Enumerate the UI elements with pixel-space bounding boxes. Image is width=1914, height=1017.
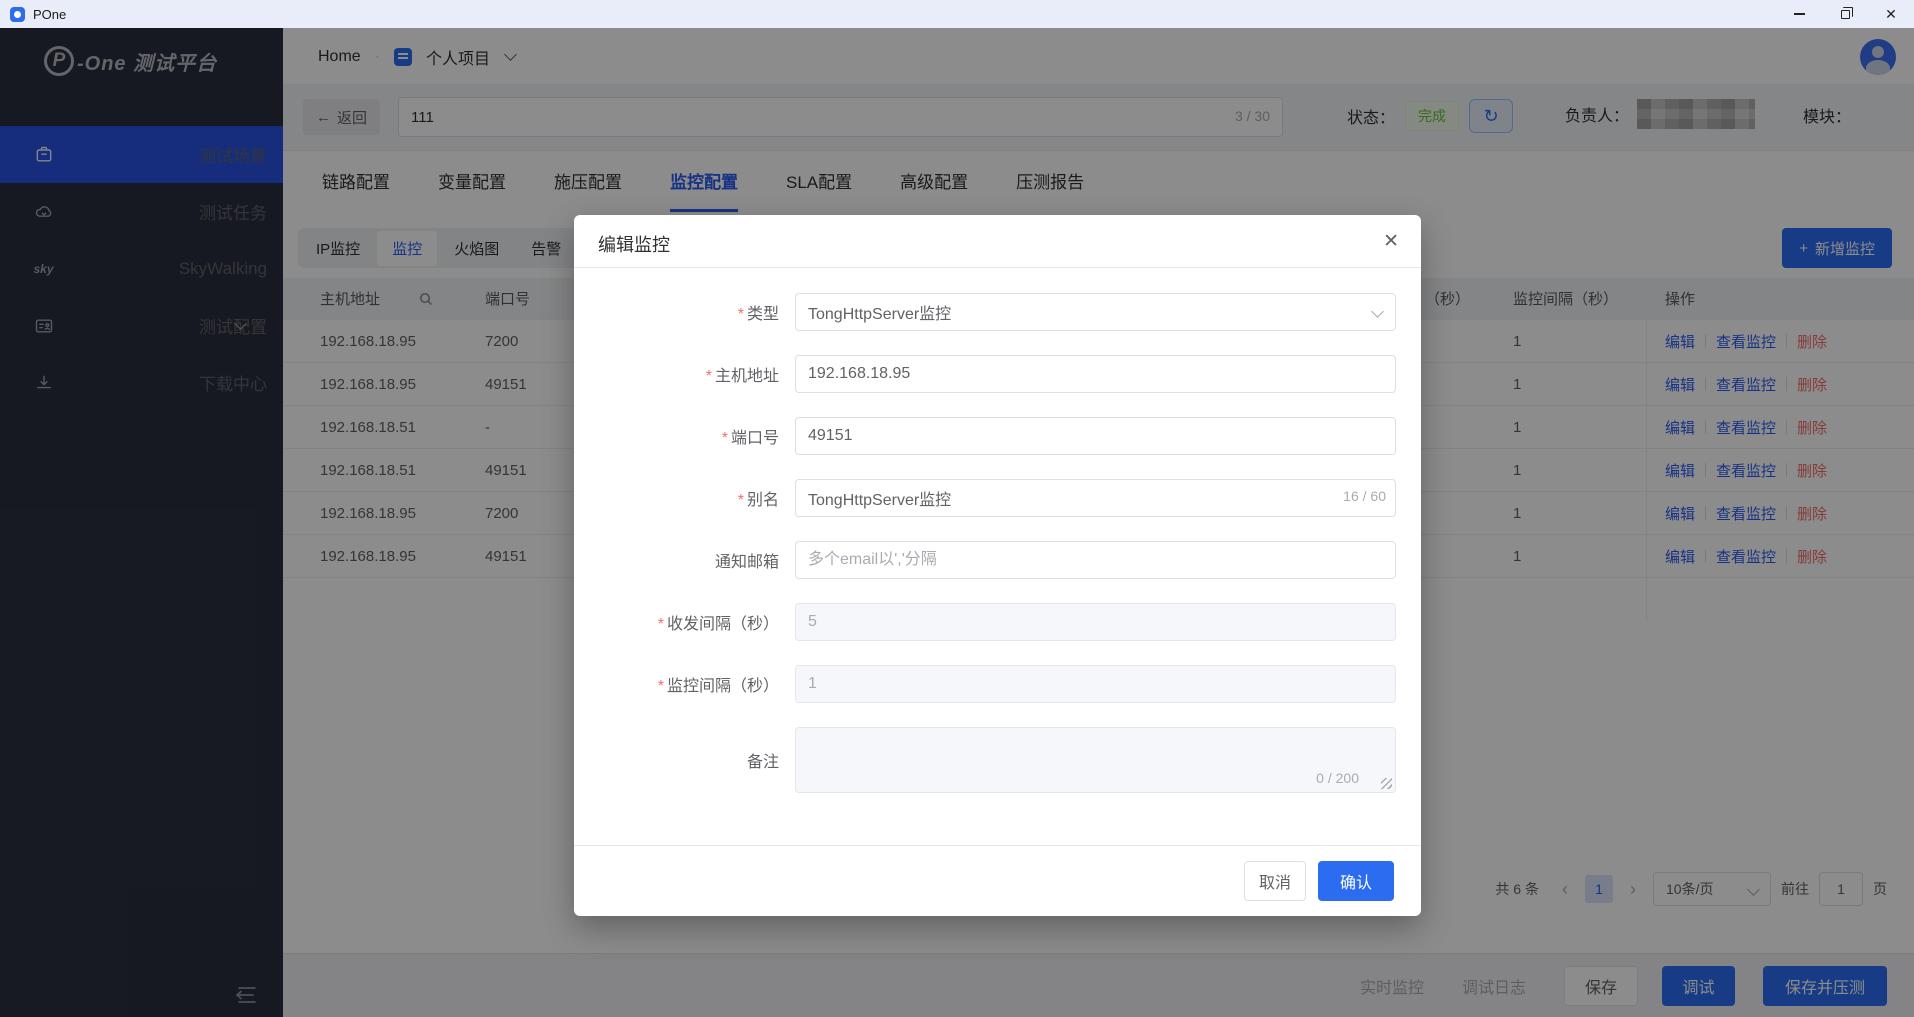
screen: POne ✕ P -One 测试平台 测试场景 测试任务 sky SkyWalk… <box>0 0 1914 1017</box>
required-mark: * <box>658 678 664 695</box>
remark-counter: 0 / 200 <box>1316 770 1359 786</box>
field-host: *主机地址 <box>574 355 1421 393</box>
remark-textarea <box>796 728 1395 792</box>
email-input[interactable] <box>795 541 1396 579</box>
type-value: TongHttpServer监控 <box>808 300 951 324</box>
field-remark: 备注 0 / 200 <box>574 727 1421 793</box>
dialog-header: 编辑监控 ✕ <box>574 215 1421 268</box>
required-mark: * <box>658 616 664 633</box>
alias-label: 别名 <box>747 492 779 509</box>
app-icon <box>10 7 25 22</box>
monitor-interval-input <box>795 665 1396 703</box>
monitor-interval-label: 监控间隔（秒） <box>667 678 779 695</box>
resize-handle-icon[interactable] <box>1381 778 1392 789</box>
required-mark: * <box>722 430 728 447</box>
port-input[interactable] <box>795 417 1396 455</box>
minimize-icon <box>1794 13 1805 15</box>
email-label: 通知邮箱 <box>715 554 779 571</box>
field-email: 通知邮箱 <box>574 541 1421 579</box>
close-icon: ✕ <box>1885 7 1897 21</box>
dialog-title: 编辑监控 <box>598 231 670 257</box>
window-controls: ✕ <box>1776 0 1914 28</box>
field-send-interval: *收发间隔（秒） <box>574 603 1421 641</box>
host-label: 主机地址 <box>715 368 779 385</box>
restore-button[interactable] <box>1822 0 1868 28</box>
cancel-button[interactable]: 取消 <box>1244 861 1306 901</box>
dialog-footer: 取消 确认 <box>574 845 1421 916</box>
restore-icon <box>1841 10 1850 19</box>
required-mark: * <box>738 492 744 509</box>
alias-counter: 16 / 60 <box>1343 488 1386 504</box>
remark-label: 备注 <box>747 754 779 771</box>
send-interval-label: 收发间隔（秒） <box>667 616 779 633</box>
required-mark: * <box>706 368 712 385</box>
field-alias: *别名 16 / 60 <box>574 479 1421 517</box>
required-mark: * <box>738 306 744 323</box>
remark-textarea-wrap: 0 / 200 <box>795 727 1396 793</box>
type-select[interactable]: TongHttpServer监控 <box>795 293 1396 331</box>
os-titlebar: POne ✕ <box>0 0 1914 28</box>
alias-input[interactable] <box>795 479 1396 517</box>
send-interval-input <box>795 603 1396 641</box>
dialog-body: *类型 TongHttpServer监控 *主机地址 *端口号 *别名 16 /… <box>574 268 1421 817</box>
field-type: *类型 TongHttpServer监控 <box>574 293 1421 331</box>
minimize-button[interactable] <box>1776 0 1822 28</box>
type-label: 类型 <box>747 306 779 323</box>
field-monitor-interval: *监控间隔（秒） <box>574 665 1421 703</box>
edit-monitor-dialog: 编辑监控 ✕ *类型 TongHttpServer监控 *主机地址 *端口号 *… <box>574 215 1421 916</box>
host-input[interactable] <box>795 355 1396 393</box>
app-title: POne <box>33 7 66 22</box>
port-label: 端口号 <box>731 430 779 447</box>
close-window-button[interactable]: ✕ <box>1868 0 1914 28</box>
close-dialog-button[interactable]: ✕ <box>1383 230 1399 253</box>
field-port: *端口号 <box>574 417 1421 455</box>
confirm-button[interactable]: 确认 <box>1318 861 1394 901</box>
